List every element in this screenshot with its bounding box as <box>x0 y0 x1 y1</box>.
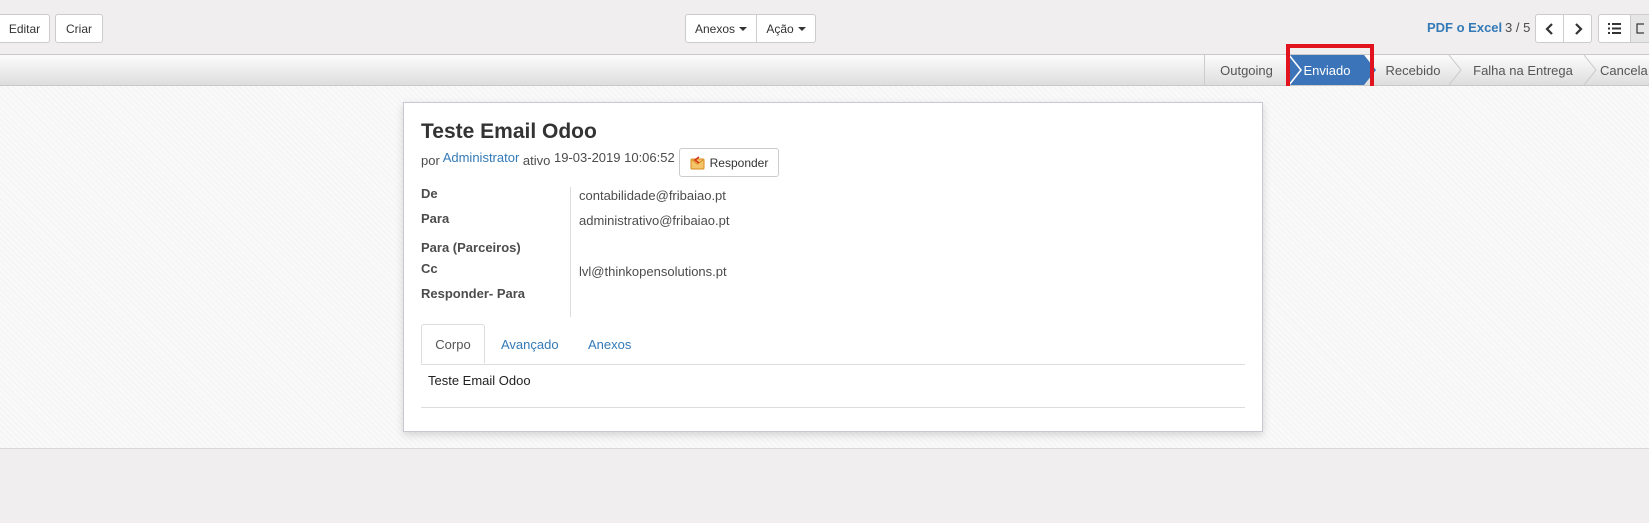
stage-arrow-icon <box>1583 55 1597 85</box>
to-value: administrativo@fribaiao.pt <box>579 213 730 228</box>
stage-label: Falha na Entrega <box>1473 62 1573 78</box>
edit-button[interactable]: Editar <box>0 14 50 43</box>
by-label: por <box>421 153 440 168</box>
action-dropdown[interactable]: Ação <box>756 14 816 43</box>
stage-outgoing[interactable]: Outgoing <box>1204 55 1288 85</box>
chevron-left-icon <box>1544 22 1553 35</box>
status-bar: Outgoing Enviado Recebido Falha na Entre… <box>0 54 1649 86</box>
stage-arrow-icon <box>1448 55 1462 85</box>
pager-previous-button[interactable] <box>1535 14 1564 43</box>
pager-next-button[interactable] <box>1563 14 1592 43</box>
from-value: contabilidade@fribaiao.pt <box>579 188 726 203</box>
reply-to-label: Responder- Para <box>421 286 526 301</box>
tab-anexos[interactable]: Anexos <box>588 324 631 364</box>
tab-label: Avançado <box>501 336 559 352</box>
form-sheet: Teste Email Odoo por Administrator ativo… <box>403 102 1263 432</box>
control-panel: Editar Criar Anexos Ação PDF o Excel 3 /… <box>0 0 1649 54</box>
author-link[interactable]: Administrator <box>443 150 520 165</box>
tab-label: Anexos <box>588 336 632 352</box>
cc-value: lvl@thinkopensolutions.pt <box>579 264 727 279</box>
form-icon <box>1636 23 1644 34</box>
notebook-tabs: Corpo Avançado Anexos <box>421 324 1245 365</box>
form-view-button[interactable] <box>1630 14 1649 43</box>
cc-label: Cc <box>421 261 438 276</box>
to-partners-label: Para (Parceiros) <box>421 240 521 255</box>
tab-avancado[interactable]: Avançado <box>501 324 559 364</box>
field-divider <box>570 187 571 317</box>
body-divider <box>421 407 1245 408</box>
stage-label: Outgoing <box>1220 62 1273 78</box>
stage-label: Recebido <box>1385 62 1441 78</box>
stage-falha-na-entrega[interactable]: Falha na Entrega <box>1463 55 1583 85</box>
email-date: 19-03-2019 10:06:52 <box>554 150 675 165</box>
from-label: De <box>421 186 438 201</box>
tab-corpo[interactable]: Corpo <box>421 324 485 364</box>
email-body: Teste Email Odoo <box>428 373 531 388</box>
chevron-right-icon <box>1574 22 1583 35</box>
reply-icon <box>690 155 705 169</box>
caret-down-icon <box>797 26 806 31</box>
email-subject: Teste Email Odoo <box>421 120 597 143</box>
caret-down-icon <box>739 26 748 31</box>
stage-label: Cancela <box>1600 62 1648 78</box>
export-link[interactable]: PDF o Excel <box>1427 20 1502 35</box>
list-view-button[interactable] <box>1598 14 1631 43</box>
tab-label: Corpo <box>435 336 471 352</box>
to-label: Para <box>421 211 450 226</box>
active-label: ativo <box>522 153 551 168</box>
reply-button[interactable]: Responder <box>679 148 779 177</box>
email-meta: por Administrator ativo 19-03-2019 10:06… <box>421 150 675 168</box>
action-label: Ação <box>766 21 794 36</box>
attachments-label: Anexos <box>694 21 736 36</box>
create-button[interactable]: Criar <box>55 14 103 43</box>
reply-label: Responder <box>709 155 769 170</box>
list-icon <box>1608 23 1621 34</box>
active-stage-highlight <box>1286 44 1374 92</box>
attachments-dropdown[interactable]: Anexos <box>685 14 757 43</box>
pager-value: 3 / 5 <box>1505 20 1531 35</box>
stage-cancelado[interactable]: Cancela <box>1600 55 1649 85</box>
stage-recebido[interactable]: Recebido <box>1378 55 1448 85</box>
